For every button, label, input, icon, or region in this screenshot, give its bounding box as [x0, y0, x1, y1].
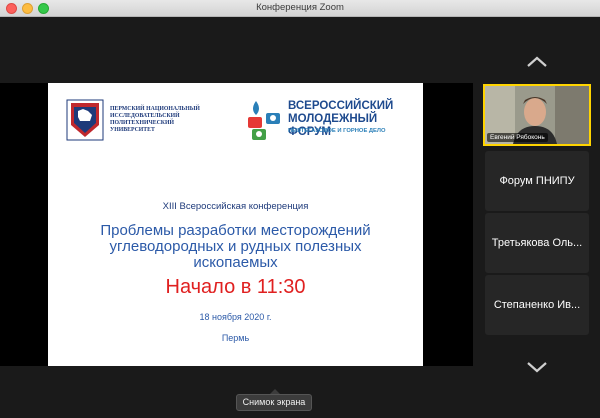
shared-slide: Пермский национальный исследовательский …	[48, 83, 423, 366]
window-title: Конференция Zoom	[256, 2, 344, 13]
slide-title: Проблемы разработки месторождений углево…	[48, 223, 423, 271]
forum-title-line1: ВСЕРОССИЙСКИЙ	[288, 100, 394, 112]
slide-title-line1: Проблемы разработки месторождений	[100, 222, 371, 239]
screenshot-tooltip: Снимок экрана	[236, 394, 312, 411]
start-time: Начало в 11:30	[165, 276, 306, 298]
pnipu-name: Пермский национальный исследовательский …	[110, 106, 200, 133]
window-titlebar: Конференция Zoom	[0, 0, 600, 17]
chevron-up-icon[interactable]	[525, 55, 549, 69]
event-date: 18 ноября 2020 г.	[199, 312, 272, 322]
participant-tile[interactable]: Третьякова Оль...	[485, 213, 589, 273]
participant-name: Третьякова Оль...	[491, 237, 583, 249]
pnipu-logo	[66, 99, 104, 141]
participant-name: Евгений Рябоконь	[487, 133, 548, 142]
participant-video-tile[interactable]: Евгений Рябоконь	[483, 84, 591, 146]
forum-logo	[248, 101, 280, 140]
forum-subtitle: НЕФТЕГАЗОВОЕ И ГОРНОЕ ДЕЛО	[288, 128, 386, 134]
slide-title-line2: углеводородных и рудных полезных	[109, 238, 362, 255]
conference-label: XIII Всероссийская конференция	[162, 201, 309, 212]
participant-tile[interactable]: Форум ПНИПУ	[485, 151, 589, 211]
slide-title-line3: ископаемых	[193, 254, 278, 271]
forum-title-line2: МОЛОДЕЖНЫЙ ФОРУМ	[288, 113, 378, 138]
participant-tile[interactable]: Степаненко Ив...	[485, 275, 589, 335]
event-city: Пермь	[221, 333, 250, 343]
participant-name: Степаненко Ив...	[493, 299, 581, 311]
participant-name: Форум ПНИПУ	[499, 175, 575, 187]
chevron-down-icon[interactable]	[525, 360, 549, 374]
